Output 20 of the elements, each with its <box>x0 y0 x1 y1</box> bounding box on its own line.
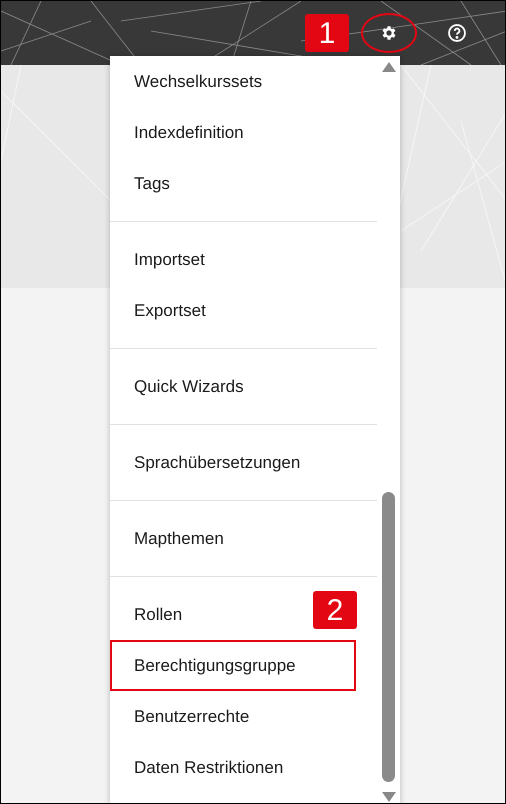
settings-icon <box>380 24 398 42</box>
menu-item[interactable]: Sprachübersetzungen <box>110 437 306 488</box>
menu-item[interactable]: Berechtigungsgruppe <box>110 640 356 691</box>
help-icon <box>447 23 467 43</box>
menu-item[interactable]: Rollen <box>110 589 306 640</box>
menu-item[interactable]: Wechselkurssets <box>110 56 306 107</box>
scroll-down-icon <box>382 792 396 802</box>
menu-item[interactable]: Indexdefinition <box>110 107 306 158</box>
menu-item[interactable]: Quick Wizards <box>110 361 306 412</box>
settings-button[interactable] <box>361 13 417 53</box>
annotation-badge: 1 <box>305 14 349 52</box>
scrollbar-thumb[interactable] <box>382 492 395 782</box>
menu-item[interactable]: Exportset <box>110 285 306 336</box>
menu-item[interactable]: Tags <box>110 158 306 209</box>
menu-item[interactable]: Daten Restriktionen <box>110 742 306 793</box>
menu-item[interactable]: Importset <box>110 234 306 285</box>
scroll-up-icon <box>382 62 396 72</box>
menu-item[interactable]: Benutzerrechte <box>110 691 306 742</box>
menu-item[interactable]: Mapthemen <box>110 513 306 564</box>
annotation-badge: 2 <box>313 591 357 629</box>
